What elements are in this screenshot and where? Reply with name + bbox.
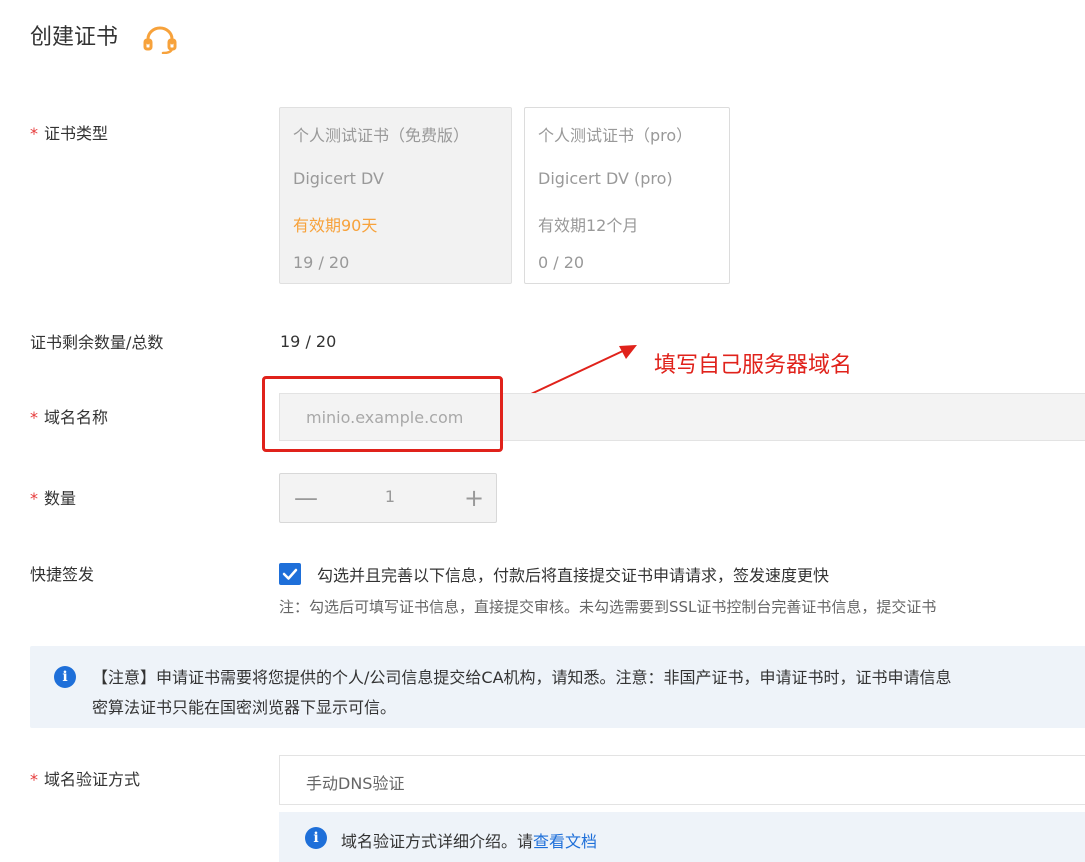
cert-option-validity: 有效期90天: [293, 216, 378, 235]
required-mark: *: [30, 124, 38, 143]
quick-issue-text: 勾选并且完善以下信息，付款后将直接提交证书申请请求，签发速度更快: [317, 566, 830, 585]
cert-option-brand: Digicert DV: [293, 169, 384, 188]
required-mark: *: [30, 489, 38, 508]
cert-option-name: 个人测试证书（pro）: [538, 126, 693, 145]
increment-button[interactable]: +: [460, 484, 488, 512]
cert-option-pro[interactable]: 个人测试证书（pro） Digicert DV (pro) 有效期12个月 0 …: [524, 107, 730, 284]
domain-label: * 域名名称: [30, 408, 109, 427]
annotation-highlight-box: [262, 376, 503, 452]
info-icon: i: [54, 666, 76, 688]
quick-issue-note: 注：勾选后可填写证书信息，直接提交审核。未勾选需要到SSL证书控制台完善证书信息…: [279, 598, 937, 616]
cert-option-validity: 有效期12个月: [538, 216, 639, 235]
notice-line-2: 密算法证书只能在国密浏览器下显示可信。: [92, 698, 397, 717]
verify-method-select[interactable]: 手动DNS验证: [279, 755, 1085, 805]
annotation-text: 填写自己服务器域名: [654, 353, 853, 378]
quantity-stepper: — 1 +: [279, 473, 497, 523]
notice-line-1: 【注意】申请证书需要将您提供的个人/公司信息提交给CA机构，请知悉。注意：非国产…: [92, 668, 952, 687]
cert-option-free[interactable]: 个人测试证书（免费版） Digicert DV 有效期90天 19 / 20: [279, 107, 512, 284]
cert-type-label: * 证书类型: [30, 124, 109, 143]
cert-option-name: 个人测试证书（免费版）: [293, 126, 470, 145]
page-title: 创建证书: [30, 25, 119, 50]
cert-option-brand: Digicert DV (pro): [538, 169, 673, 188]
annotation-arrow-icon: [530, 345, 637, 395]
verify-method-value: 手动DNS验证: [306, 774, 405, 793]
quantity-value[interactable]: 1: [375, 487, 405, 506]
decrement-button[interactable]: —: [292, 484, 320, 512]
verify-method-label: * 域名验证方式: [30, 770, 141, 789]
required-mark: *: [30, 770, 38, 789]
verify-info-text: 域名验证方式详细介绍。请查看文档: [341, 832, 598, 851]
quick-issue-label: 快捷签发: [30, 565, 95, 584]
headset-icon[interactable]: [142, 26, 178, 54]
quantity-label: * 数量: [30, 489, 77, 508]
info-icon: i: [305, 827, 327, 849]
quick-issue-checkbox[interactable]: [279, 563, 301, 585]
remaining-label: 证书剩余数量/总数: [30, 333, 164, 352]
cert-option-count: 19 / 20: [293, 253, 350, 272]
view-docs-link[interactable]: 查看文档: [533, 832, 597, 851]
remaining-value: 19 / 20: [280, 332, 337, 351]
required-mark: *: [30, 408, 38, 427]
checkmark-icon: [282, 568, 298, 580]
cert-option-count: 0 / 20: [538, 253, 585, 272]
